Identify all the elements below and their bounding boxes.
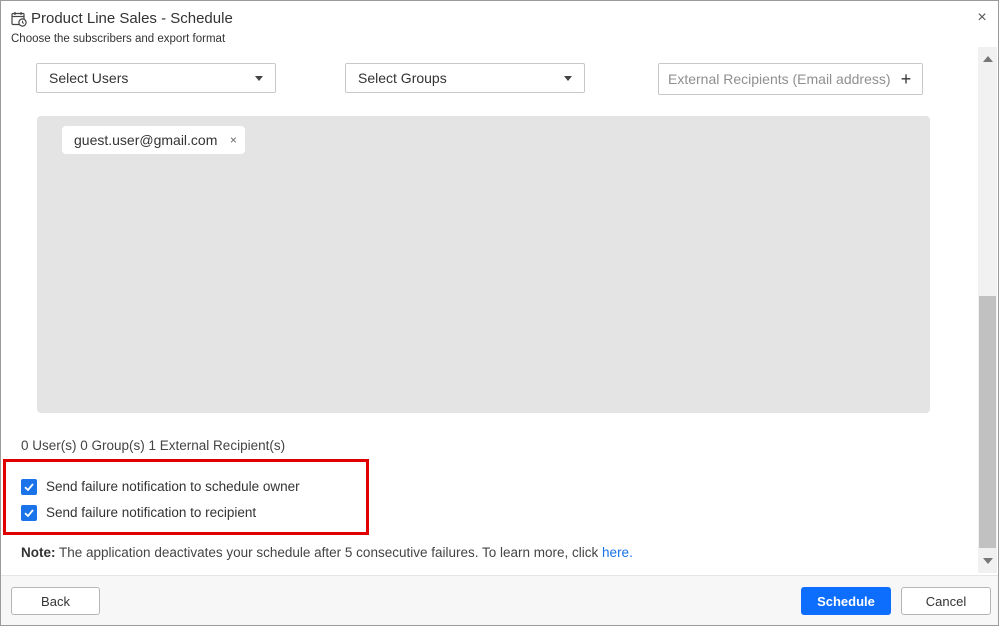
chevron-down-icon [255,76,263,81]
cancel-button[interactable]: Cancel [901,587,991,615]
schedule-button[interactable]: Schedule [801,587,891,615]
dialog-footer: Back Schedule Cancel [1,575,998,625]
remove-recipient-icon[interactable]: × [227,126,239,154]
calendar-clock-icon [11,11,27,27]
back-button[interactable]: Back [11,587,100,615]
failure-note: Note: The application deactivates your s… [21,545,633,560]
add-recipient-icon[interactable]: + [898,69,914,89]
learn-more-link[interactable]: here. [602,545,633,560]
vertical-scrollbar[interactable] [978,47,997,573]
scroll-down-icon[interactable] [983,558,993,564]
chevron-down-icon [564,76,572,81]
notify-recipient-label: Send failure notification to recipient [46,505,257,520]
recipient-chip: guest.user@gmail.com × [62,126,246,154]
select-groups-label: Select Groups [358,70,447,86]
schedule-dialog: Product Line Sales - Schedule Choose the… [0,0,999,626]
close-icon[interactable]: × [974,10,990,26]
external-recipients-field: + [658,63,923,95]
checkbox-checked-icon [21,479,37,495]
dialog-subtitle: Choose the subscribers and export format [11,33,226,45]
recipients-list: guest.user@gmail.com × [37,116,930,413]
checkbox-checked-icon [21,505,37,521]
dialog-title: Product Line Sales - Schedule [31,10,233,27]
select-users-dropdown[interactable]: Select Users [36,63,276,93]
external-recipients-input[interactable] [660,65,900,93]
recipient-summary: 0 User(s) 0 Group(s) 1 External Recipien… [21,438,286,453]
scrollbar-thumb[interactable] [979,296,996,548]
notify-owner-label: Send failure notification to schedule ow… [46,479,300,494]
select-groups-dropdown[interactable]: Select Groups [345,63,585,93]
highlight-box [3,459,369,535]
select-users-label: Select Users [49,70,129,86]
note-prefix: Note: [21,545,56,560]
note-text: The application deactivates your schedul… [55,545,603,560]
recipient-email: guest.user@gmail.com [74,132,218,148]
dialog-content: Select Users Select Groups + guest.user@… [1,47,977,575]
scroll-up-icon[interactable] [983,56,993,62]
dialog-header: Product Line Sales - Schedule Choose the… [1,1,998,47]
